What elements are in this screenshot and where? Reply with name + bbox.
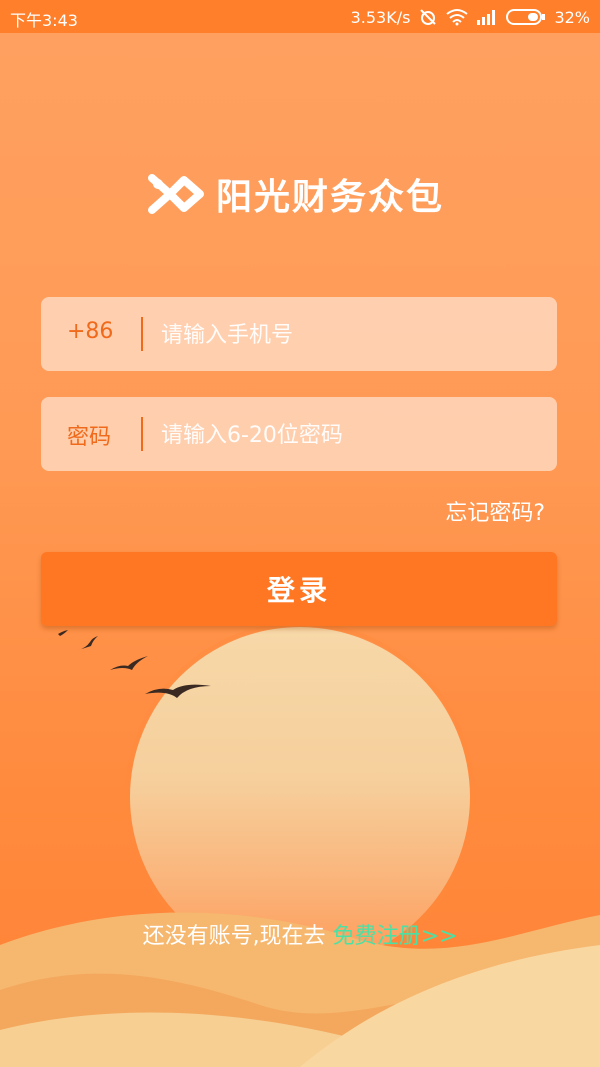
status-bar: 下午3:43 3.53K/s 32%	[0, 0, 600, 33]
hill-mid	[0, 973, 600, 1067]
status-time: 下午3:43	[10, 11, 78, 30]
network-speed: 3.53K/s	[350, 7, 411, 27]
wifi-icon	[446, 9, 469, 26]
sunset-scene	[0, 622, 600, 1067]
bird	[78, 636, 98, 650]
register-prompt: 还没有账号,现在去 免费注册>>	[0, 918, 600, 950]
bird	[110, 656, 148, 670]
status-right: 3.53K/s 32%	[351, 7, 590, 27]
country-code[interactable]: +86	[67, 319, 137, 344]
mute-alarm-icon	[420, 9, 437, 25]
password-label: 密码	[67, 425, 112, 450]
hill-right	[300, 945, 600, 1067]
battery-level: 32%	[554, 7, 590, 27]
register-text: 还没有账号,现在去	[142, 924, 333, 949]
phone-input[interactable]	[159, 311, 543, 359]
password-field: 密码	[41, 397, 557, 471]
sun	[130, 627, 470, 967]
register-link[interactable]: 免费注册>>	[333, 924, 458, 949]
field-divider	[141, 317, 143, 351]
logo-text: 阳光财务众包	[216, 177, 445, 218]
logo-mark-icon	[148, 174, 204, 214]
app-logo: 阳光财务众包	[148, 168, 444, 220]
birds	[58, 630, 211, 698]
phone-field: +86	[41, 297, 557, 371]
password-input[interactable]	[159, 411, 543, 459]
battery-icon	[506, 9, 546, 25]
forgot-password-link[interactable]: 忘记密码?	[445, 495, 545, 527]
field-divider	[141, 417, 143, 451]
login-button[interactable]: 登录	[41, 552, 557, 626]
bird	[58, 630, 68, 636]
hill-front	[0, 1010, 600, 1067]
bird	[145, 684, 211, 698]
signal-icon	[477, 10, 496, 25]
